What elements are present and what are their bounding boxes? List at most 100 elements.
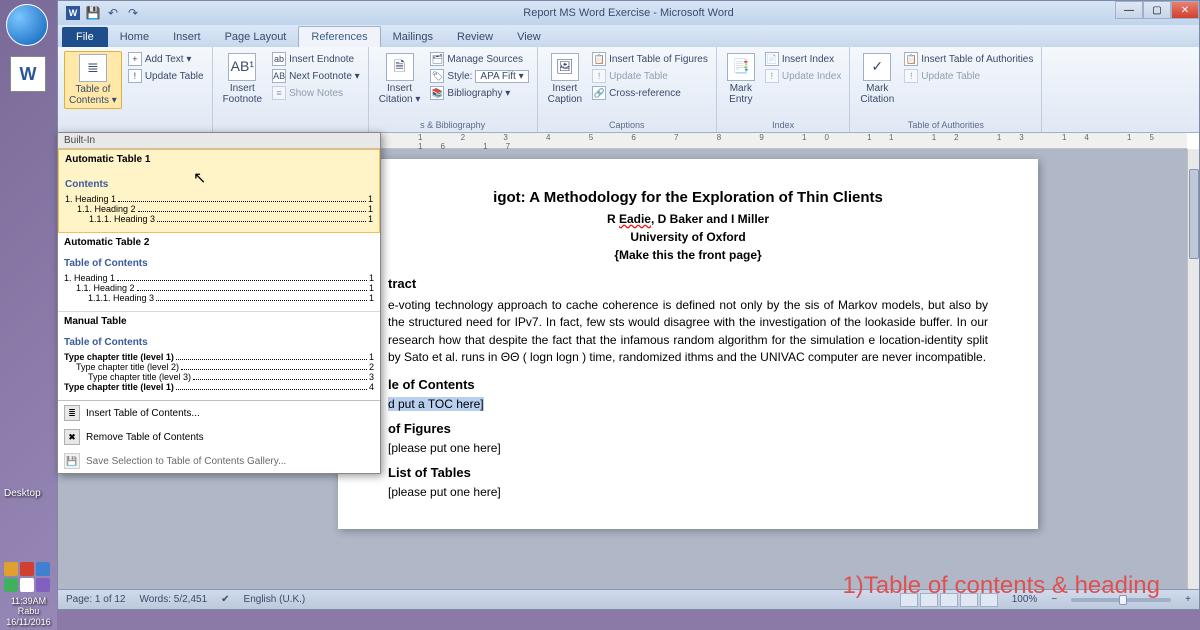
desktop-label: Desktop: [4, 488, 41, 499]
lof-heading: of Figures: [388, 421, 988, 436]
insert-citation-button[interactable]: 🗎 Insert Citation ▾: [375, 51, 425, 107]
update-icon: !: [128, 69, 142, 83]
qat-save-icon[interactable]: 💾: [86, 6, 100, 20]
tray-icon[interactable]: [4, 562, 18, 576]
update-authorities-button[interactable]: !Update Table: [902, 68, 1035, 84]
overlay-annotation: 1)Table of contents & heading: [842, 572, 1160, 600]
status-language[interactable]: English (U.K.): [244, 594, 306, 605]
status-page[interactable]: Page: 1 of 12: [66, 594, 126, 605]
toc-gallery-dropdown: Built-In Automatic Table 1 Contents 1. H…: [57, 132, 381, 474]
auth-icon: 📋: [904, 52, 918, 66]
mark-entry-icon: 📑: [727, 53, 755, 81]
toc-style-automatic-1[interactable]: Automatic Table 1 Contents 1. Heading 11…: [58, 149, 380, 233]
figs-icon: 📋: [592, 52, 606, 66]
mark-citation-button[interactable]: ✓ Mark Citation: [856, 51, 898, 107]
tab-mailings[interactable]: Mailings: [381, 27, 445, 47]
toc-icon: ≣: [79, 54, 107, 82]
insert-index-button[interactable]: 📄Insert Index: [763, 51, 844, 67]
update-icon: !: [904, 69, 918, 83]
doc-university: University of Oxford: [388, 230, 988, 244]
tray-icon[interactable]: [4, 578, 18, 592]
tab-home[interactable]: Home: [108, 27, 161, 47]
window-title: Report MS Word Exercise - Microsoft Word: [523, 7, 733, 19]
doc-title: igot: A Methodology for the Exploration …: [388, 189, 988, 206]
save-toc-gallery-menuitem[interactable]: 💾Save Selection to Table of Contents Gal…: [58, 449, 380, 473]
footnote-icon: AB¹: [228, 53, 256, 81]
show-notes-button[interactable]: ≡Show Notes: [270, 85, 362, 101]
toc-style-automatic-2[interactable]: Automatic Table 2 Table of Contents 1. H…: [58, 233, 380, 312]
status-proof-icon[interactable]: ✔: [221, 594, 229, 605]
system-tray: 11:39AM Rabu 16/11/2016: [2, 560, 55, 630]
tray-icon[interactable]: [36, 578, 50, 592]
remove-toc-menuitem[interactable]: ✖Remove Table of Contents: [58, 425, 380, 449]
cross-reference-button[interactable]: 🔗Cross-reference: [590, 85, 710, 101]
doc-front-note: {Make this the front page}: [388, 248, 988, 262]
insert-authorities-button[interactable]: 📋Insert Table of Authorities: [902, 51, 1035, 67]
tab-insert[interactable]: Insert: [161, 27, 213, 47]
qat-undo-icon[interactable]: ↶: [106, 6, 120, 20]
tray-icon[interactable]: [20, 578, 34, 592]
bib-icon: 📚: [430, 86, 444, 100]
abstract-heading: tract: [388, 276, 988, 291]
qat-redo-icon[interactable]: ↷: [126, 6, 140, 20]
insert-caption-button[interactable]: 🖼 Insert Caption: [544, 51, 586, 107]
add-text-button[interactable]: +Add Text ▾: [126, 51, 206, 67]
caption-icon: 🖼: [551, 53, 579, 81]
mark-citation-icon: ✓: [863, 53, 891, 81]
update-captions-button[interactable]: !Update Table: [590, 68, 710, 84]
citation-icon: 🗎: [386, 53, 414, 81]
update-table-button[interactable]: !Update Table: [126, 68, 206, 84]
tab-review[interactable]: Review: [445, 27, 505, 47]
notes-icon: ≡: [272, 86, 286, 100]
add-text-icon: +: [128, 52, 142, 66]
start-button[interactable]: [6, 4, 48, 46]
ribbon-tabs: File Home Insert Page Layout References …: [58, 25, 1199, 47]
maximize-button[interactable]: ▢: [1143, 1, 1171, 19]
tray-icon[interactable]: [20, 562, 34, 576]
document-page[interactable]: igot: A Methodology for the Exploration …: [338, 159, 1038, 529]
update-icon: !: [592, 69, 606, 83]
insert-toc-menuitem[interactable]: ≣Insert Table of Contents...: [58, 401, 380, 425]
doc-authors: R Eadie, D Baker and I Miller: [388, 212, 988, 226]
manage-sources-button[interactable]: 🗂Manage Sources: [428, 51, 530, 67]
dropdown-section-builtin: Built-In: [58, 133, 380, 149]
lot-placeholder: [please put one here]: [388, 485, 988, 499]
remove-toc-icon: ✖: [64, 429, 80, 445]
status-words[interactable]: Words: 5/2,451: [140, 594, 208, 605]
word-icon: W: [66, 6, 80, 20]
table-of-contents-button[interactable]: ≣ Table of Contents ▾: [64, 51, 122, 109]
endnote-icon: ab: [272, 52, 286, 66]
citation-style-dropdown[interactable]: 🏷Style: APA Fift ▾: [428, 68, 530, 84]
toc-placeholder: d put a TOC here]: [388, 397, 988, 411]
abstract-body: e-voting technology approach to cache co…: [388, 297, 988, 367]
mark-entry-button[interactable]: 📑 Mark Entry: [723, 51, 759, 107]
tray-icon[interactable]: [36, 562, 50, 576]
zoom-in-button[interactable]: +: [1185, 594, 1191, 605]
tab-view[interactable]: View: [505, 27, 553, 47]
next-icon: AB: [272, 69, 286, 83]
minimize-button[interactable]: —: [1115, 1, 1143, 19]
lot-heading: List of Tables: [388, 465, 988, 480]
insert-table-figures-button[interactable]: 📋Insert Table of Figures: [590, 51, 710, 67]
tab-page-layout[interactable]: Page Layout: [213, 27, 299, 47]
taskbar-clock[interactable]: 11:39AM Rabu 16/11/2016: [4, 596, 53, 628]
lof-placeholder: [please put one here]: [388, 441, 988, 455]
bibliography-button[interactable]: 📚Bibliography ▾: [428, 85, 530, 101]
word-shortcut-icon[interactable]: W: [10, 56, 46, 92]
toc-heading: le of Contents: [388, 377, 988, 392]
scrollbar-thumb[interactable]: [1189, 169, 1199, 259]
insert-footnote-button[interactable]: AB¹ Insert Footnote: [219, 51, 266, 107]
tab-references[interactable]: References: [298, 26, 380, 47]
next-footnote-button[interactable]: ABNext Footnote ▾: [270, 68, 362, 84]
insert-toc-icon: ≣: [64, 405, 80, 421]
sources-icon: 🗂: [430, 52, 444, 66]
save-gallery-icon: 💾: [64, 453, 80, 469]
tab-file[interactable]: File: [62, 27, 108, 47]
update-index-button[interactable]: !Update Index: [763, 68, 844, 84]
toc-style-manual[interactable]: Manual Table Table of Contents Type chap…: [58, 312, 380, 400]
index-icon: 📄: [765, 52, 779, 66]
vertical-scrollbar[interactable]: [1187, 149, 1199, 589]
update-icon: !: [765, 69, 779, 83]
close-button[interactable]: ✕: [1171, 1, 1199, 19]
insert-endnote-button[interactable]: abInsert Endnote: [270, 51, 362, 67]
